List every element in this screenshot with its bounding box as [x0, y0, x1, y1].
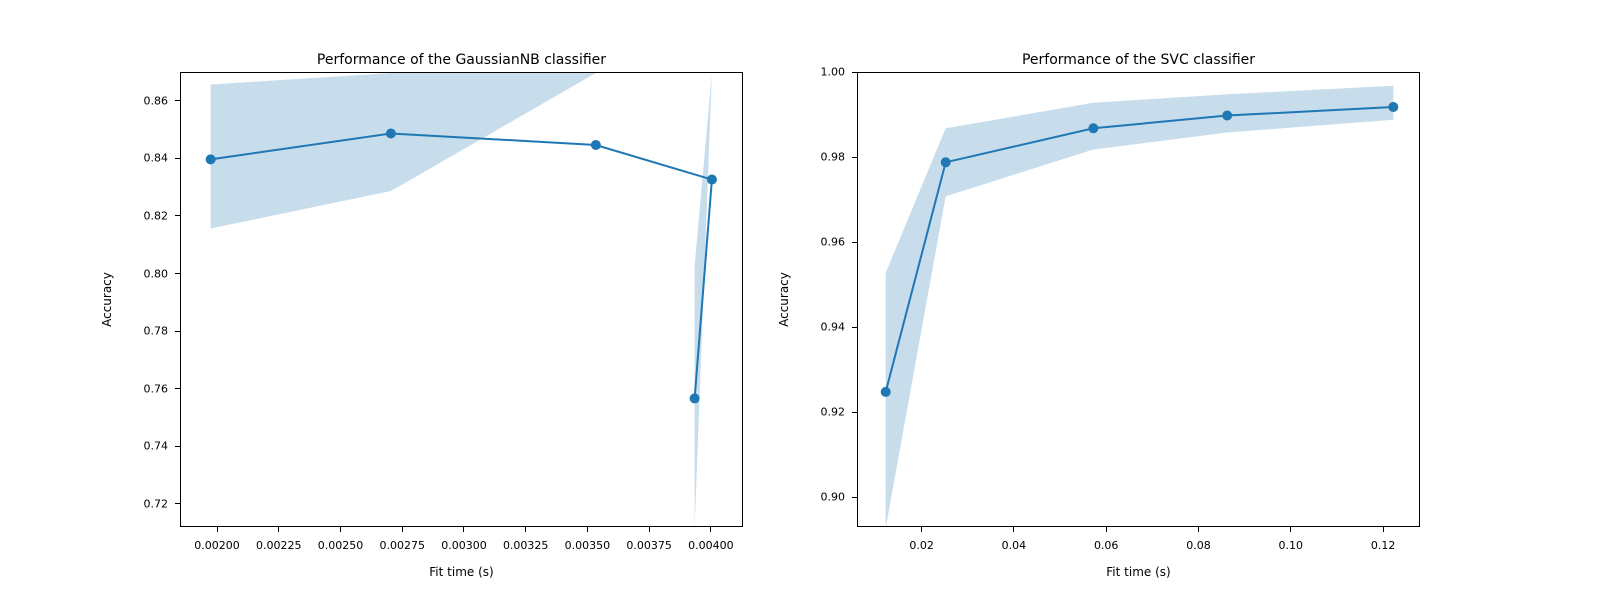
- y-tick-label: 1.00: [795, 66, 845, 79]
- x-tick-mark: [921, 527, 922, 532]
- x-tick-mark: [1383, 527, 1384, 532]
- x-tick-label: 0.02: [909, 539, 934, 552]
- x-tick-label: 0.12: [1371, 539, 1396, 552]
- figure: Performance of the GaussianNB classifier…: [0, 0, 1600, 600]
- series-marker: [1088, 123, 1098, 133]
- y-tick-label: 0.90: [795, 491, 845, 504]
- chart-title: Performance of the SVC classifier: [857, 52, 1420, 68]
- confidence-band: [886, 86, 1394, 528]
- x-tick-mark: [1013, 527, 1014, 532]
- y-tick-mark: [852, 327, 857, 328]
- y-tick-mark: [852, 157, 857, 158]
- series-marker: [1222, 111, 1232, 121]
- y-tick-mark: [852, 72, 857, 73]
- y-tick-label: 0.96: [795, 236, 845, 249]
- x-tick-mark: [1106, 527, 1107, 532]
- plot-area: [858, 73, 1421, 528]
- series-marker: [881, 387, 891, 397]
- x-tick-mark: [1198, 527, 1199, 532]
- x-tick-label: 0.08: [1186, 539, 1211, 552]
- x-tick-label: 0.06: [1094, 539, 1119, 552]
- x-tick-label: 0.10: [1279, 539, 1304, 552]
- y-tick-mark: [852, 242, 857, 243]
- series-marker: [941, 157, 951, 167]
- series-marker: [1388, 102, 1398, 112]
- y-tick-mark: [852, 412, 857, 413]
- y-tick-label: 0.98: [795, 151, 845, 164]
- chart-panel-1: Performance of the SVC classifier 0.02 0.0…: [0, 0, 1600, 600]
- y-tick-mark: [852, 497, 857, 498]
- axes: [857, 72, 1420, 527]
- y-tick-label: 0.92: [795, 406, 845, 419]
- x-tick-mark: [1290, 527, 1291, 532]
- x-tick-label: 0.04: [1002, 539, 1027, 552]
- y-axis-label: Accuracy: [777, 72, 791, 527]
- y-tick-label: 0.94: [795, 321, 845, 334]
- x-axis-label: Fit time (s): [857, 565, 1420, 579]
